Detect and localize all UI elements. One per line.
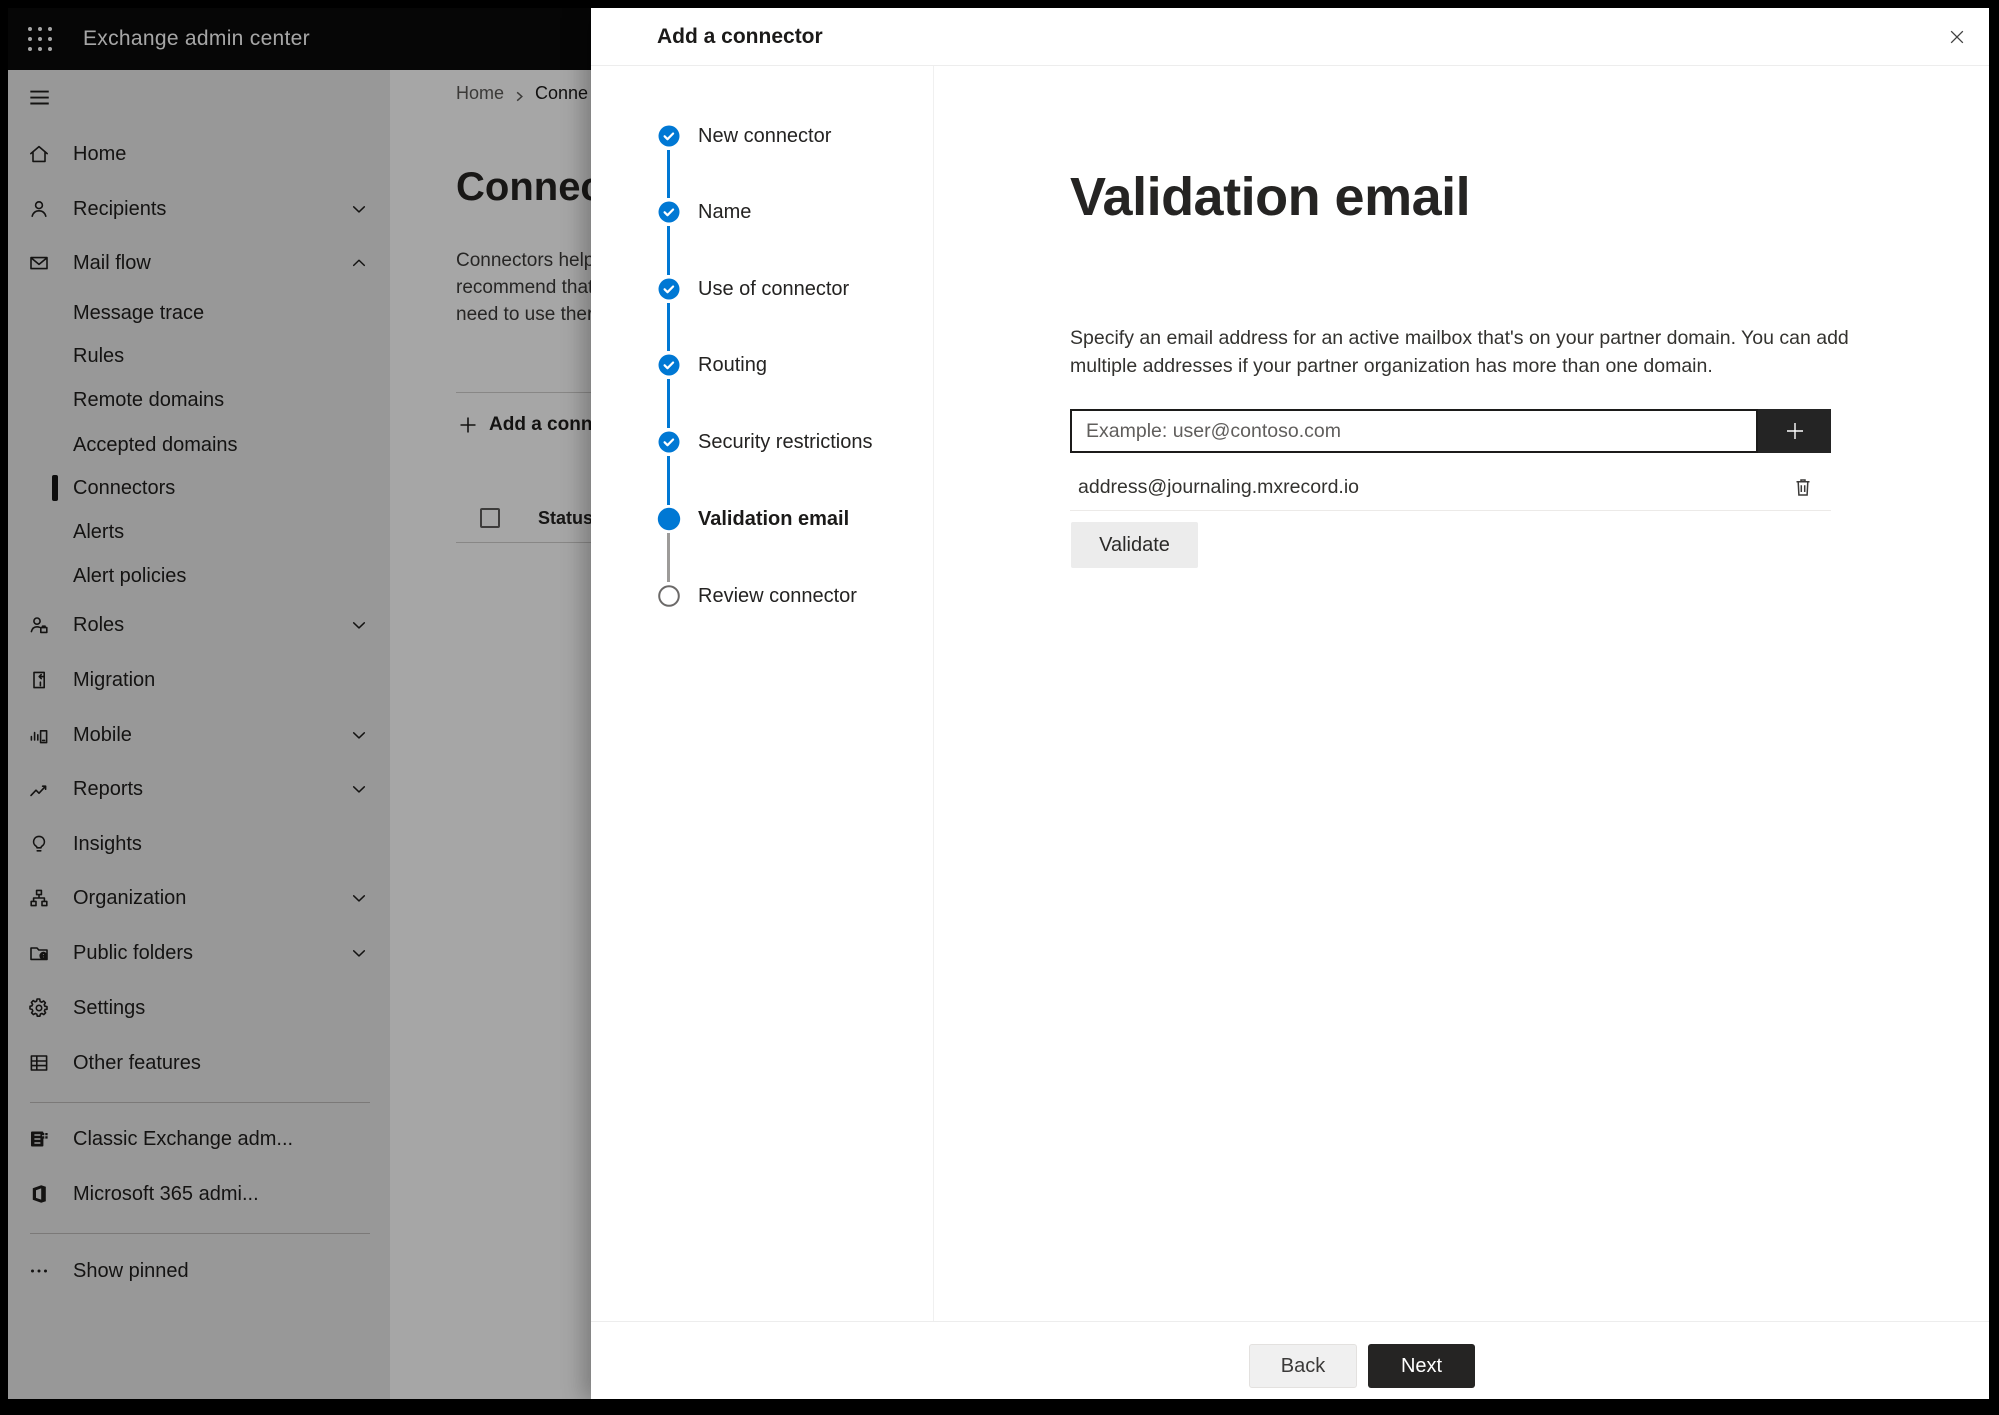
dialog-header: Add a connector bbox=[591, 8, 1989, 66]
step-label: Review connector bbox=[698, 585, 857, 607]
added-address-row: address@journaling.mxrecord.io bbox=[1070, 464, 1831, 510]
dialog-footer: Back Next bbox=[591, 1321, 1989, 1399]
step-label: Name bbox=[698, 201, 752, 223]
divider bbox=[1070, 510, 1831, 511]
step-label: Security restrictions bbox=[698, 431, 873, 453]
added-address: address@journaling.mxrecord.io bbox=[1078, 476, 1360, 498]
dialog-title: Add a connector bbox=[657, 25, 823, 48]
wizard-step-security-restrictions: Security restrictions bbox=[591, 426, 934, 458]
step-connector-line bbox=[666, 226, 670, 275]
step-connector-line bbox=[666, 379, 670, 428]
screen: Exchange admin center Home Recipients Mail… bbox=[0, 0, 1999, 1415]
wizard-step-validation-email: Validation email bbox=[591, 503, 934, 535]
wizard-step-use-of-connector: Use of connector bbox=[591, 273, 934, 305]
step-label: Routing bbox=[698, 354, 767, 376]
wizard-step-review-connector: Review connector bbox=[591, 580, 934, 612]
wizard-step-new-connector: New connector bbox=[591, 120, 934, 152]
step-done-check-icon bbox=[657, 124, 681, 148]
step-label: Use of connector bbox=[698, 278, 850, 300]
step-connector-line bbox=[666, 303, 670, 351]
wizard-step-routing: Routing bbox=[591, 349, 934, 381]
step-done-check-icon bbox=[657, 430, 681, 454]
step-heading: Validation email bbox=[1070, 167, 1471, 227]
step-done-check-icon bbox=[657, 200, 681, 224]
step-label: Validation email bbox=[698, 508, 850, 530]
next-button[interactable]: Next bbox=[1368, 1344, 1475, 1388]
step-connector-line bbox=[666, 533, 670, 582]
step-description: Specify an email address for an active m… bbox=[1070, 327, 1849, 377]
add-connector-dialog: Add a connector New connector Name Use of … bbox=[591, 8, 1989, 1399]
plus-icon bbox=[1786, 423, 1803, 439]
add-email-button[interactable] bbox=[1758, 409, 1831, 453]
wizard-step-name: Name bbox=[591, 196, 934, 228]
step-label: New connector bbox=[698, 125, 832, 147]
step-current-dot-icon bbox=[657, 507, 681, 531]
step-connector-line bbox=[666, 456, 670, 505]
validate-button[interactable]: Validate bbox=[1071, 522, 1198, 568]
delete-address-icon[interactable] bbox=[1791, 475, 1815, 499]
wizard-steps: New connector Name Use of connector Routing… bbox=[591, 66, 934, 1321]
validation-email-input[interactable] bbox=[1070, 409, 1758, 453]
step-done-check-icon bbox=[657, 353, 681, 377]
close-icon[interactable] bbox=[1941, 21, 1973, 53]
step-pending-circle-icon bbox=[657, 584, 681, 608]
step-done-check-icon bbox=[657, 277, 681, 301]
step-connector-line bbox=[666, 150, 670, 198]
back-button[interactable]: Back bbox=[1249, 1344, 1357, 1388]
